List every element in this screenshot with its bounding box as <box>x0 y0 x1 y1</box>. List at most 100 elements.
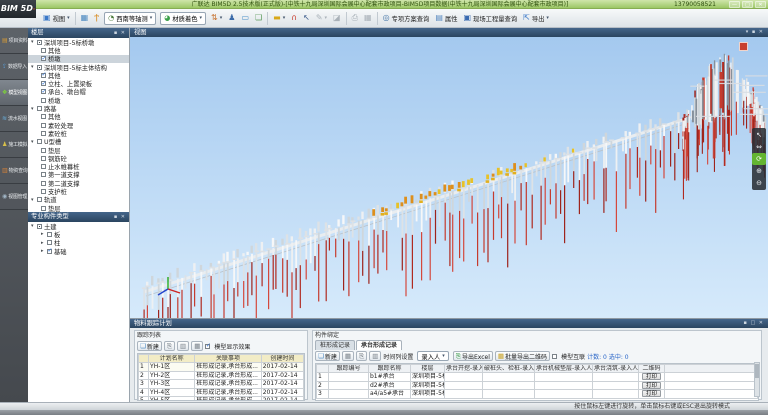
tree-item[interactable]: 垫层 <box>28 204 129 212</box>
panel-pin-close-icons[interactable]: ▪ ✕ <box>114 212 126 222</box>
copy-binding-button[interactable]: ⎘ <box>356 351 367 361</box>
table-row[interactable]: 2d2#承台深圳项目-5标主体...打印 <box>317 381 758 389</box>
tree-item[interactable]: 止水帷幕桩 <box>28 162 129 170</box>
table-row[interactable]: 3a4/a5#承台深圳项目-5标主体...打印 <box>317 390 758 398</box>
zoom-in-tool[interactable]: ⊕ <box>752 165 766 177</box>
pan-tool[interactable]: ⇔ <box>752 141 766 153</box>
erase-button[interactable]: ◪ <box>330 11 344 26</box>
rotate-tool[interactable]: ⟳ <box>752 153 766 165</box>
export-button[interactable]: ⇱ 导出▾ <box>520 11 552 26</box>
tab-active[interactable]: 承台形成记录 <box>356 340 402 350</box>
save-binding-button[interactable]: ▦ <box>342 351 354 361</box>
column-header[interactable] <box>139 355 149 363</box>
binding-table[interactable]: 跟踪编号跟踪名称楼层承台开挖-录入人破桩头、检桩-录入人承台机械垫层-录入人承台… <box>315 363 759 401</box>
tree-item[interactable]: ▸基础 <box>28 247 129 255</box>
checkbox[interactable] <box>41 148 46 153</box>
nav-item-material-query[interactable]: ▥物资查询 <box>0 158 28 184</box>
checkbox[interactable] <box>47 240 52 245</box>
checkbox[interactable] <box>205 344 210 349</box>
new-binding-button[interactable]: ❏ 新建 <box>315 351 340 361</box>
orientation-select[interactable]: ◔ 西南等轴测▾ <box>104 12 156 25</box>
view-button[interactable]: ▣ 视图▾ <box>40 11 73 26</box>
checkbox[interactable] <box>37 65 42 70</box>
tree-group[interactable]: ▾路基 <box>28 104 129 112</box>
orbit-button[interactable]: ⇅▾ <box>208 11 225 26</box>
tree-item[interactable]: 支护桩 <box>28 187 129 195</box>
tree-item[interactable]: 其他 <box>28 113 129 121</box>
column-header[interactable]: 跟踪编号 <box>329 365 369 373</box>
select-button[interactable]: ↖ <box>300 11 313 26</box>
checkbox[interactable] <box>37 106 42 111</box>
table-row[interactable]: 1b1#承台深圳项目-5标主体...打印 <box>317 373 758 381</box>
nav-item-construction-sim[interactable]: ♟施工模拟 <box>0 132 28 158</box>
delete-plan-button[interactable]: ▥ <box>177 341 189 351</box>
tree-item[interactable]: 素砼处理 <box>28 121 129 129</box>
tracking-list-table[interactable]: 计划名称关联事项创建时间1YH-1区桩形成记录,承台形成...2017-02-1… <box>137 353 305 401</box>
column-header[interactable]: 破桩头、检桩-录入人 <box>483 365 535 373</box>
view-cube-icon[interactable] <box>739 42 748 51</box>
tree-item[interactable]: 其他 <box>28 46 129 54</box>
column-header[interactable]: 承台机械垫层-录入人 <box>535 365 593 373</box>
column-header[interactable]: 计划名称 <box>149 355 195 363</box>
tree-item[interactable]: 承台、墩台帽 <box>28 88 129 96</box>
special-plan-query-button[interactable]: ◎ 专项方案查询 <box>380 11 433 26</box>
recorder-select[interactable]: 录入人▾ <box>417 351 448 361</box>
tree-item[interactable]: ▸板 <box>28 230 129 238</box>
shading-select[interactable]: ◕ 材质着色▾ <box>160 12 206 25</box>
tab-inactive[interactable]: 桩形成记录 <box>315 340 355 350</box>
panel-pin-close-icons[interactable]: ▪ □ ✕ <box>744 319 764 328</box>
print-qr-button[interactable]: 打印 <box>642 382 661 389</box>
zoom-out-tool[interactable]: ⊖ <box>752 177 766 189</box>
checkbox[interactable] <box>41 172 46 177</box>
tree-item[interactable]: 素砼桩 <box>28 129 129 137</box>
table-row[interactable]: 3YH-3区桩形成记录,承台形成...2017-02-14 <box>139 380 304 388</box>
table-row[interactable]: 4YH-4区桩形成记录,承台形成...2017-02-14 <box>139 388 304 396</box>
nav-item-model-view[interactable]: ❖模型视图 <box>0 80 28 106</box>
checkbox[interactable] <box>41 181 46 186</box>
print-qr-button[interactable]: 打印 <box>642 390 661 397</box>
checkbox[interactable] <box>41 56 46 61</box>
batch-qr-button[interactable]: ▦ 批量导出二维码 <box>495 351 550 361</box>
checkbox[interactable] <box>41 189 46 194</box>
checkbox[interactable] <box>41 48 46 53</box>
print-qr-button[interactable]: 打印 <box>642 373 661 380</box>
image-button[interactable]: ❏ <box>252 11 265 26</box>
walkthrough-button[interactable]: ♟ <box>225 11 238 26</box>
column-header[interactable]: 二维码 <box>639 365 665 373</box>
tree-item[interactable]: 第二道支撑 <box>28 179 129 187</box>
checkbox[interactable] <box>41 131 46 136</box>
tree-group[interactable]: ▾轨道 <box>28 196 129 204</box>
tree-group[interactable]: ▾土建 <box>28 222 129 230</box>
checkbox[interactable] <box>37 224 42 229</box>
select-tool[interactable]: ↖ <box>752 129 766 141</box>
model-3d-view[interactable] <box>130 37 768 318</box>
model-effect-checkbox[interactable]: 模型显示效果 <box>205 342 250 351</box>
column-header[interactable]: 承台浇筑-录入人 <box>593 365 639 373</box>
maximize-button[interactable]: □ <box>742 1 753 8</box>
checkbox[interactable] <box>41 164 46 169</box>
checkbox[interactable] <box>552 354 557 359</box>
nav-item-project-info[interactable]: ▤项目资料 <box>0 28 28 54</box>
checkbox[interactable] <box>41 206 46 211</box>
checkbox[interactable] <box>41 73 46 78</box>
tree-group[interactable]: ▾深圳项目-5标主体结构 <box>28 63 129 71</box>
checkbox[interactable] <box>37 139 42 144</box>
measure-button[interactable]: ▬▾ <box>270 11 288 26</box>
tree-item[interactable]: 立柱、上置梁板 <box>28 79 129 87</box>
checkbox[interactable] <box>41 81 46 86</box>
tree-group[interactable]: ▾U型槽 <box>28 138 129 146</box>
tree-item[interactable]: ▸柱 <box>28 239 129 247</box>
column-header[interactable]: 跟踪名称 <box>369 365 411 373</box>
component-table-button[interactable]: ▦ <box>78 11 92 26</box>
close-button[interactable]: ✕ <box>755 1 766 8</box>
column-header[interactable] <box>317 365 329 373</box>
column-header[interactable]: 楼层 <box>411 365 445 373</box>
model-link-checkbox[interactable]: 模型互联 <box>552 352 585 361</box>
column-header[interactable]: 承台开挖-录入人 <box>445 365 483 373</box>
tree-item[interactable]: 钢筋砼 <box>28 154 129 162</box>
checkbox[interactable] <box>47 249 52 254</box>
minimize-button[interactable]: — <box>729 1 740 8</box>
table-row[interactable]: 5YH-5区桩形成记录,承台形成...2017-02-14 <box>139 397 304 401</box>
tree-group[interactable]: ▾深圳项目-5标桥墩 <box>28 38 129 46</box>
site-quantity-query-button[interactable]: ▣ 现场工程量查询 <box>460 11 520 26</box>
